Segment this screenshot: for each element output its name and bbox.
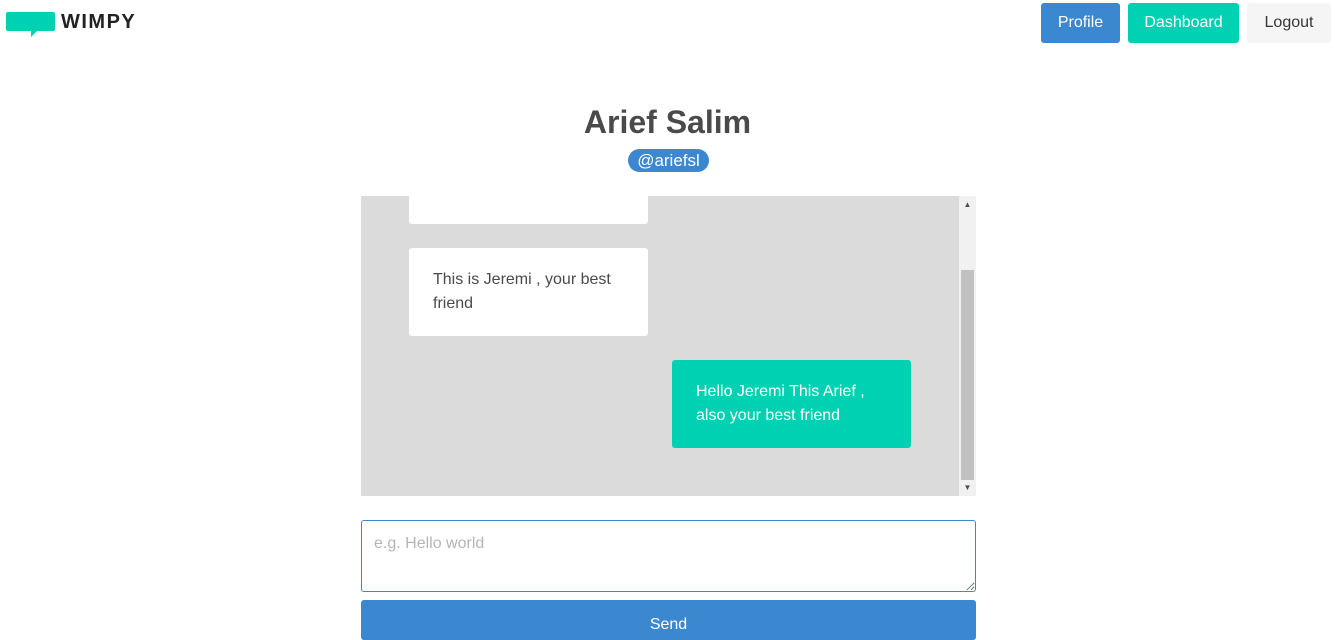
scroll-thumb[interactable]: [961, 270, 974, 480]
profile-button[interactable]: Profile: [1041, 3, 1120, 43]
chat-messages-pane[interactable]: Hello Arief This is Jeremi , your best f…: [361, 196, 976, 496]
logout-button[interactable]: Logout: [1247, 3, 1331, 43]
navbar: WIMPY Profile Dashboard Logout: [0, 0, 1335, 50]
chat-scrollbar[interactable]: ▲ ▼: [959, 196, 976, 496]
chat-bubble-icon: [6, 10, 56, 37]
username-tag: @ariefsl: [628, 149, 709, 172]
dashboard-button[interactable]: Dashboard: [1128, 3, 1239, 43]
message-incoming: Hello Arief: [409, 196, 648, 224]
send-button[interactable]: Send: [361, 600, 976, 640]
nav-buttons: Profile Dashboard Logout: [1041, 3, 1331, 43]
brand-name: WIMPY: [61, 11, 137, 33]
message-incoming: This is Jeremi , your best friend: [409, 248, 648, 336]
message-input[interactable]: [361, 520, 976, 592]
scroll-down-arrow-icon[interactable]: ▼: [959, 479, 976, 496]
profile-name: Arief Salim: [583, 104, 752, 140]
message-outgoing: Hello Jeremi This Arief , also your best…: [672, 360, 911, 448]
scroll-up-arrow-icon[interactable]: ▲: [959, 196, 976, 213]
brand-logo[interactable]: WIMPY: [6, 10, 136, 38]
